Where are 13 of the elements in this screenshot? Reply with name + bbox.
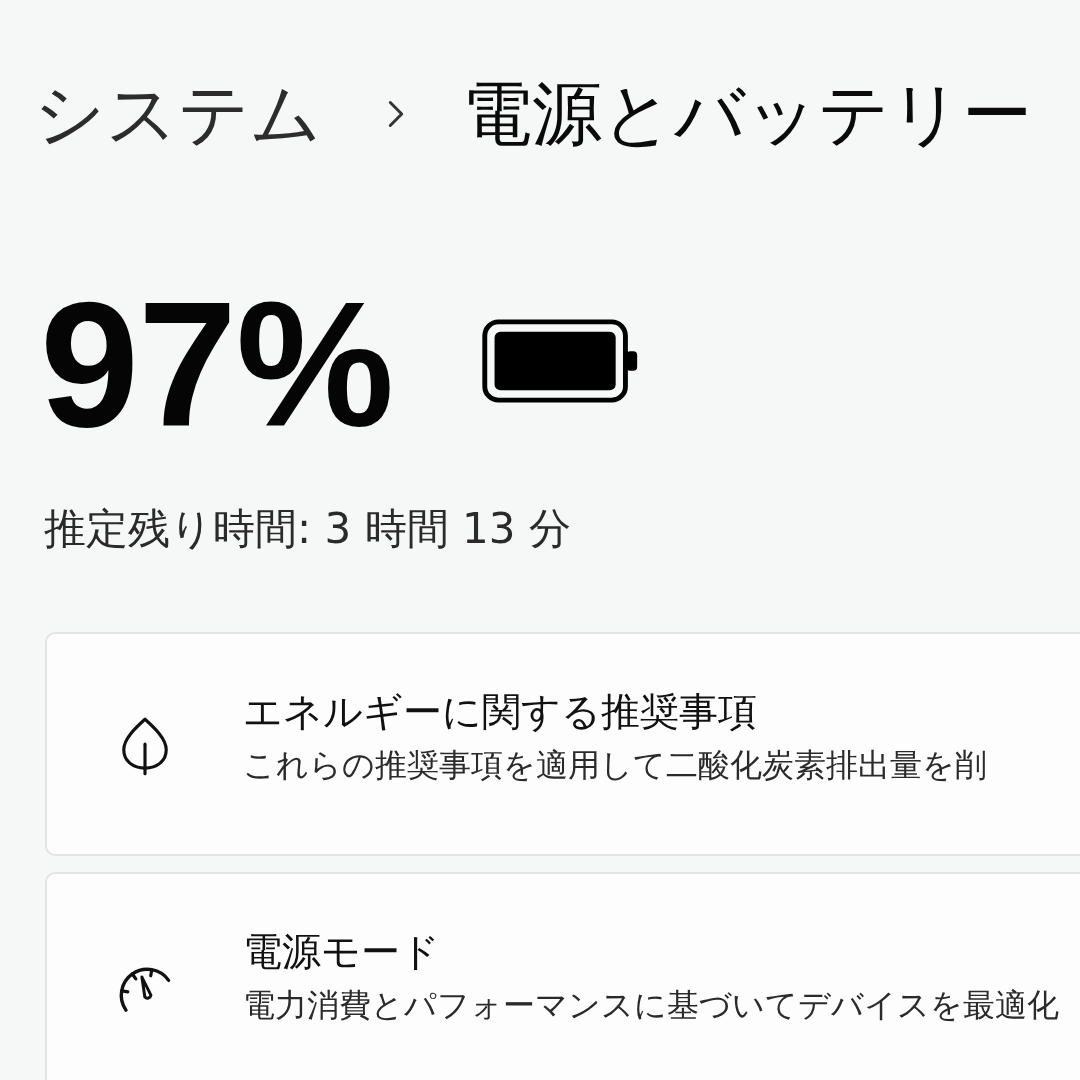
chevron-icon <box>388 100 404 128</box>
setting-title: 電源モード <box>243 928 441 976</box>
settings-card[interactable]: エネルギーに関する推奨事項 これらの推奨事項を適用して二酸化炭素排出量を削 <box>45 632 1080 857</box>
leaf-icon <box>121 716 169 777</box>
battery-percentage: 97% <box>40 276 394 454</box>
setting-title: エネルギーに関する推奨事項 <box>243 688 758 736</box>
battery-icon <box>481 319 640 403</box>
battery-time-remaining: 推定残り時間: 3 時間 13 分 <box>44 504 571 555</box>
setting-description: これらの推奨事項を適用して二酸化炭素排出量を削 <box>243 745 987 784</box>
settings-card[interactable]: 電源モード 電力消費とパフォーマンスに基づいてデバイスを最適化 <box>45 872 1080 1080</box>
setting-description: 電力消費とパフォーマンスに基づいてデバイスを最適化 <box>243 985 1059 1024</box>
breadcrumb-parent[interactable]: システム <box>34 72 322 156</box>
page-title: 電源とバッテリー <box>462 72 1032 156</box>
